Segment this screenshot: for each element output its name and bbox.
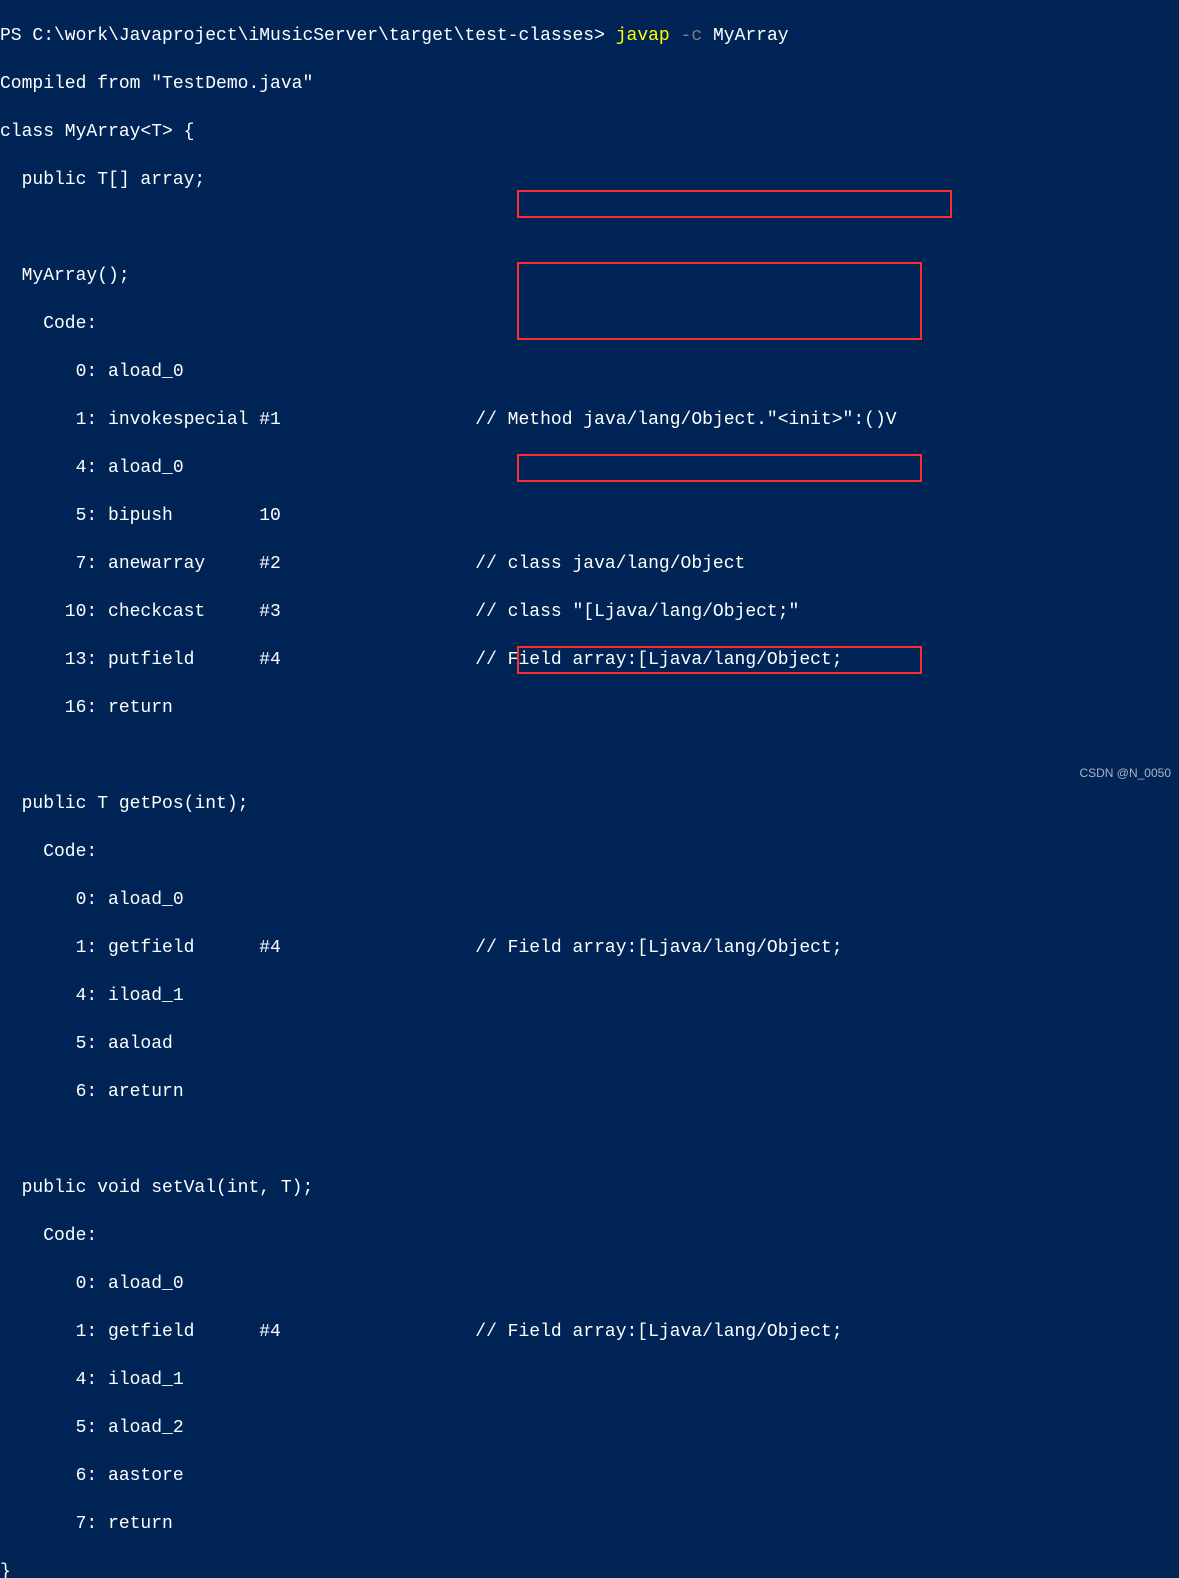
output-line: 6: areturn xyxy=(0,1080,1179,1104)
command-name: javap xyxy=(616,26,670,46)
output-line: 7: return xyxy=(0,1512,1179,1536)
output-line: Code: xyxy=(0,312,1179,336)
prompt-path: PS C:\work\Javaproject\iMusicServer\targ… xyxy=(0,26,605,46)
output-line: 1: invokespecial #1 // Method java/lang/… xyxy=(0,408,1179,432)
output-line: } xyxy=(0,1560,1179,1578)
output-line: 16: return xyxy=(0,696,1179,720)
output-line: Code: xyxy=(0,840,1179,864)
terminal-output[interactable]: PS C:\work\Javaproject\iMusicServer\targ… xyxy=(0,0,1179,1578)
output-line: MyArray(); xyxy=(0,264,1179,288)
output-line: class MyArray<T> { xyxy=(0,120,1179,144)
watermark-text: CSDN @N_0050 xyxy=(1079,761,1171,785)
output-line: 10: checkcast #3 // class "[Ljava/lang/O… xyxy=(0,600,1179,624)
output-line: 5: aaload xyxy=(0,1032,1179,1056)
prompt-line: PS C:\work\Javaproject\iMusicServer\targ… xyxy=(0,24,1179,48)
output-line xyxy=(0,1128,1179,1152)
output-line: Code: xyxy=(0,1224,1179,1248)
output-line: 5: bipush 10 xyxy=(0,504,1179,528)
output-line: 1: getfield #4 // Field array:[Ljava/lan… xyxy=(0,1320,1179,1344)
output-line: public T getPos(int); xyxy=(0,792,1179,816)
output-line: public T[] array; xyxy=(0,168,1179,192)
output-line: Compiled from "TestDemo.java" xyxy=(0,72,1179,96)
output-line: 0: aload_0 xyxy=(0,1272,1179,1296)
command-flag: -c xyxy=(681,26,703,46)
output-line: 0: aload_0 xyxy=(0,888,1179,912)
output-line: 4: iload_1 xyxy=(0,1368,1179,1392)
output-line: 0: aload_0 xyxy=(0,360,1179,384)
output-line: 4: iload_1 xyxy=(0,984,1179,1008)
output-line: 13: putfield #4 // Field array:[Ljava/la… xyxy=(0,648,1179,672)
output-line: 7: anewarray #2 // class java/lang/Objec… xyxy=(0,552,1179,576)
output-line: public void setVal(int, T); xyxy=(0,1176,1179,1200)
output-line: 4: aload_0 xyxy=(0,456,1179,480)
output-line: 6: aastore xyxy=(0,1464,1179,1488)
output-line xyxy=(0,744,1179,768)
output-line: 5: aload_2 xyxy=(0,1416,1179,1440)
output-line: 1: getfield #4 // Field array:[Ljava/lan… xyxy=(0,936,1179,960)
output-line xyxy=(0,216,1179,240)
command-target: MyArray xyxy=(713,26,789,46)
